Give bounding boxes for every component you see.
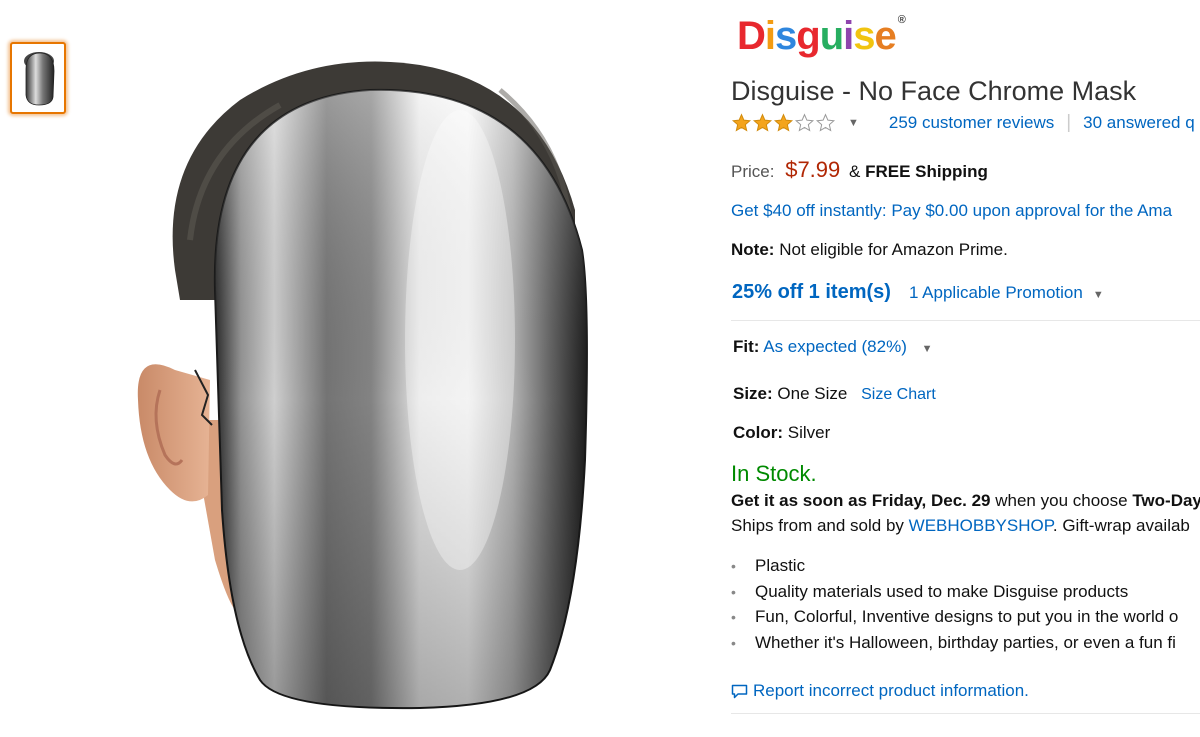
color-value: Silver [787, 423, 831, 442]
ships-prefix: Ships from and sold by [731, 516, 904, 535]
comment-icon [731, 684, 748, 698]
separator: | [1066, 112, 1072, 133]
ships-suffix: . Gift-wrap availab [1052, 516, 1190, 535]
star-rating[interactable] [731, 113, 836, 133]
bullet-icon: • [731, 558, 736, 574]
brand-letter: i [764, 14, 776, 58]
bullet-icon: • [731, 634, 736, 651]
report-info-link[interactable]: Report incorrect product information. [731, 681, 1029, 701]
color-row: Color: Silver [733, 423, 830, 443]
brand-letter: s [853, 14, 875, 58]
delivery-middle: when you choose [995, 491, 1128, 510]
report-info-text: Report incorrect product information. [753, 681, 1029, 700]
applicable-promotion-link[interactable]: 1 Applicable Promotion [909, 283, 1083, 303]
product-details-panel: Disguise ® Disguise - No Face Chrome Mask… [731, 0, 1200, 737]
mask-thumbnail-image [24, 52, 55, 106]
star-icon [752, 113, 773, 132]
feature-bullets: • Plastic • Quality materials used to make… [731, 556, 1178, 658]
fit-label: Fit: [733, 337, 760, 356]
size-value: One Size [777, 384, 848, 403]
shipping-prefix: & [849, 162, 861, 181]
product-title: Disguise - No Face Chrome Mask [731, 76, 1137, 106]
size-row: Size: One Size Size Chart [733, 384, 936, 404]
promotion-row: 25% off 1 item(s) 1 Applicable Promotion… [732, 281, 1104, 304]
rating-row: ▼ 259 customer reviews | 30 answered q [731, 112, 1195, 134]
stock-status: In Stock. [731, 461, 817, 486]
brand-letter: s [775, 14, 797, 58]
brand-letter: u [819, 14, 844, 58]
delivery-option: Two-Day [1132, 491, 1200, 510]
fit-row: Fit: As expected (82%) ▼ [733, 337, 963, 357]
ships-from: Ships from and sold by WEBHOBBYSHOP. Gif… [731, 516, 1190, 536]
star-icon [794, 113, 815, 132]
brand-letter: g [796, 14, 820, 58]
answered-questions-link[interactable]: 30 answered q [1083, 113, 1195, 133]
brand-letter: i [843, 14, 854, 58]
brand-logo[interactable]: Disguise ® [737, 14, 906, 59]
card-offer-link[interactable]: Get $40 off instantly: Pay $0.00 upon ap… [731, 201, 1172, 221]
divider [731, 320, 1200, 321]
promotion-discount[interactable]: 25% off 1 item(s) [732, 281, 891, 304]
divider [731, 713, 1200, 714]
delivery-date: Get it as soon as Friday, Dec. 29 [731, 491, 991, 510]
star-icon [773, 113, 794, 132]
seller-link[interactable]: WEBHOBBYSHOP [909, 516, 1053, 535]
caret-down-icon[interactable]: ▼ [1093, 289, 1104, 301]
note-text: Not eligible for Amazon Prime. [779, 240, 1008, 259]
product-main-image[interactable] [120, 40, 620, 720]
list-item: • Fun, Colorful, Inventive designs to put… [731, 607, 1179, 626]
price-label: Price: [731, 162, 775, 181]
caret-down-icon[interactable]: ▼ [848, 117, 859, 129]
size-label: Size: [733, 384, 773, 403]
image-thumbnail[interactable] [10, 42, 66, 114]
free-shipping-label: FREE Shipping [865, 162, 988, 181]
bullet-icon: • [731, 609, 736, 625]
brand-letter: D [737, 14, 766, 58]
registered-mark: ® [897, 14, 906, 26]
star-icon [815, 113, 836, 132]
list-item: • Whether it's Halloween, birthday partie… [731, 632, 1176, 652]
price-row: Price: $7.99 & FREE Shipping [731, 157, 988, 183]
brand-letter: e [874, 14, 897, 58]
fit-value-link[interactable]: As expected (82%) [763, 337, 907, 356]
size-chart-link[interactable]: Size Chart [861, 386, 936, 403]
caret-down-icon[interactable]: ▼ [922, 343, 933, 355]
note-label: Note: [731, 240, 775, 259]
prime-note: Note: Not eligible for Amazon Prime. [731, 240, 1008, 260]
list-item: • Quality materials used to make Disguise… [731, 581, 1129, 601]
star-icon [731, 113, 752, 132]
bullet-icon: • [731, 583, 736, 600]
delivery-estimate: Get it as soon as Friday, Dec. 29 when y… [731, 491, 1200, 511]
customer-reviews-link[interactable]: 259 customer reviews [889, 113, 1054, 133]
list-item: • Plastic [731, 556, 806, 575]
price-value: $7.99 [785, 157, 841, 182]
color-label: Color: [733, 423, 784, 442]
